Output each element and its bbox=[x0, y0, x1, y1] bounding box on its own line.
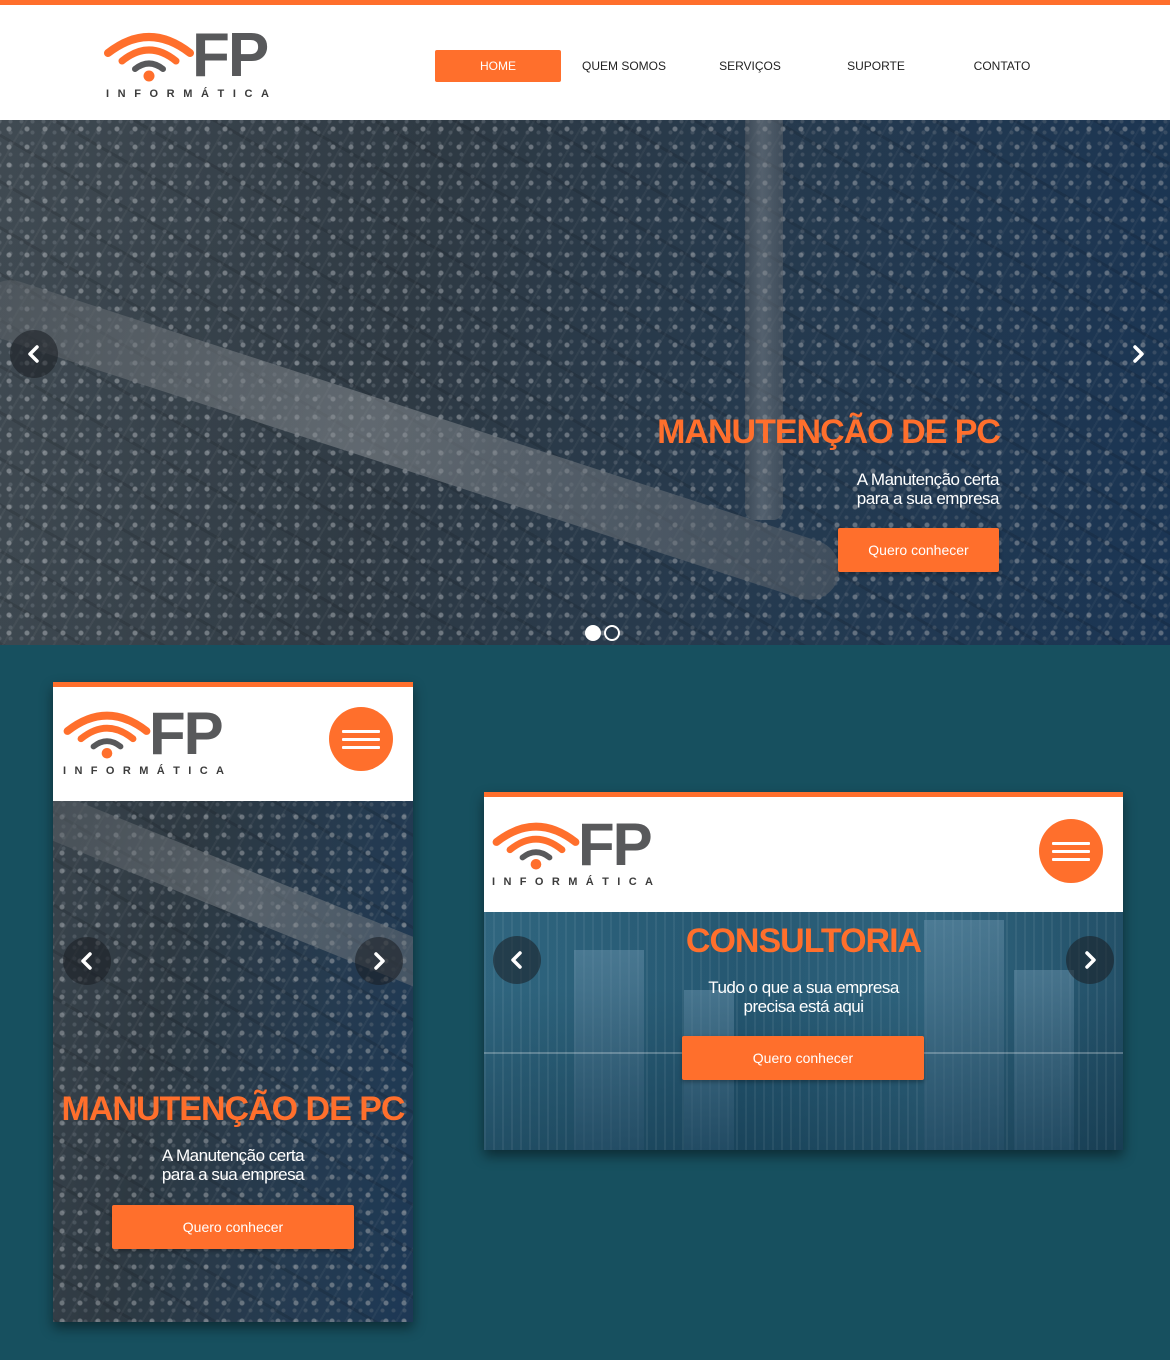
slider-prev-button[interactable] bbox=[10, 330, 58, 378]
mobile-mockup: FP INFORMÁTICA MANUTENÇÃO DE PC A Manute… bbox=[53, 682, 413, 1322]
mobile-cta-button[interactable]: Quero conhecer bbox=[112, 1205, 354, 1249]
brand-name: FP bbox=[192, 21, 269, 90]
slider-dot-2[interactable] bbox=[604, 625, 620, 641]
mobile-header: FP INFORMÁTICA bbox=[53, 682, 413, 801]
hero-subtitle-line2: para a sua empresa bbox=[856, 489, 1000, 508]
nav-item-servicos[interactable]: SERVIÇOS bbox=[687, 50, 813, 82]
brand-tagline: INFORMÁTICA bbox=[106, 88, 278, 100]
chevron-left-icon bbox=[81, 952, 92, 970]
wifi-signal-icon bbox=[104, 33, 194, 82]
mobile-slide-subtitle-line2: para a sua empresa bbox=[161, 1165, 305, 1184]
nav-item-contato[interactable]: CONTATO bbox=[939, 50, 1065, 82]
nav-item-home[interactable]: HOME bbox=[435, 50, 561, 82]
tablet-cta-button[interactable]: Quero conhecer bbox=[682, 1036, 924, 1080]
mobile-slide-title: MANUTENÇÃO DE PC bbox=[61, 1090, 406, 1128]
hero-slider: MANUTENÇÃO DE PC A Manutenção certa para… bbox=[0, 120, 1170, 645]
mobile-prev-button[interactable] bbox=[63, 937, 111, 985]
chevron-right-icon bbox=[1133, 345, 1144, 363]
mobile-next-button[interactable] bbox=[355, 937, 403, 985]
chevron-right-icon bbox=[374, 952, 385, 970]
chevron-left-icon bbox=[28, 345, 39, 363]
tablet-brand-name: FP bbox=[578, 811, 653, 878]
tablet-brand-logo[interactable]: FP INFORMÁTICA bbox=[492, 813, 672, 893]
nav-item-quem-somos[interactable]: QUEM SOMOS bbox=[561, 50, 687, 82]
hamburger-menu-icon bbox=[342, 729, 380, 733]
tablet-brand-tagline: INFORMÁTICA bbox=[492, 876, 662, 888]
wifi-signal-icon bbox=[492, 822, 580, 870]
wifi-signal-icon bbox=[63, 711, 151, 759]
hero-cta-button[interactable]: Quero conhecer bbox=[838, 528, 999, 572]
main-nav: HOME QUEM SOMOS SERVIÇOS SUPORTE CONTATO bbox=[435, 50, 1065, 82]
tablet-slide-subtitle-line1: Tudo o que a sua empresa bbox=[708, 978, 899, 997]
tablet-header: FP INFORMÁTICA bbox=[484, 792, 1123, 912]
hamburger-menu-icon bbox=[1052, 841, 1090, 845]
mobile-slide-subtitle-line1: A Manutenção certa bbox=[161, 1146, 305, 1165]
hero-title: MANUTENÇÃO DE PC bbox=[657, 413, 1001, 451]
brand-logo[interactable]: FP INFORMÁTICA bbox=[104, 23, 284, 103]
mobile-brand-logo[interactable]: FP INFORMÁTICA bbox=[63, 702, 243, 782]
slider-next-button[interactable] bbox=[1114, 330, 1162, 378]
tablet-mockup: FP INFORMÁTICA CONSULTORIA Tudo o que a … bbox=[484, 792, 1123, 1150]
slider-dots bbox=[585, 625, 620, 641]
tablet-menu-button[interactable] bbox=[1039, 819, 1103, 883]
mobile-brand-name: FP bbox=[149, 700, 224, 767]
slider-dot-1[interactable] bbox=[585, 625, 601, 641]
mobile-menu-button[interactable] bbox=[329, 707, 393, 771]
site-header: FP INFORMÁTICA HOME QUEM SOMOS SERVIÇOS … bbox=[0, 0, 1170, 120]
tablet-slide-title: CONSULTORIA bbox=[685, 922, 922, 960]
mobile-brand-tagline: INFORMÁTICA bbox=[63, 765, 233, 777]
hero-subtitle-line1: A Manutenção certa bbox=[856, 470, 1000, 489]
tablet-slide-subtitle-line2: precisa está aqui bbox=[743, 997, 864, 1016]
nav-item-suporte[interactable]: SUPORTE bbox=[813, 50, 939, 82]
